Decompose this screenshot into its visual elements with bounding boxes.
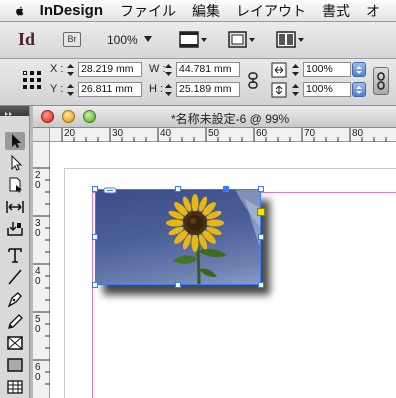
tools-panel-header[interactable]: [0, 106, 29, 116]
ruler-h-label: 50: [208, 128, 220, 139]
resize-handle-left[interactable]: [92, 234, 98, 240]
ruler-h-label: 20: [64, 128, 76, 139]
y-stepper-icon[interactable]: [66, 83, 75, 97]
constrain-link-icon[interactable]: [373, 67, 389, 95]
link-badge-icon: [103, 187, 117, 194]
scale-x-dropdown[interactable]: [352, 62, 366, 77]
ruler-origin[interactable]: [33, 128, 50, 142]
scale-x-field[interactable]: 100%: [303, 62, 351, 77]
minimize-window-button[interactable]: [62, 110, 75, 123]
gap-tool-icon[interactable]: [5, 198, 25, 216]
y-field[interactable]: 26.811 mm: [78, 82, 142, 97]
scale-y-stepper-icon[interactable]: [291, 83, 300, 97]
h-field[interactable]: 25.189 mm: [176, 82, 240, 97]
h-stepper-icon[interactable]: [164, 83, 173, 97]
ruler-h-label: 70: [304, 128, 316, 139]
x-stepper-icon[interactable]: [66, 63, 75, 77]
indesign-logo: Id: [18, 29, 36, 49]
ruler-v-label: 0: [35, 324, 41, 335]
ruler-v-label: 0: [35, 276, 41, 287]
zoom-dropdown-icon[interactable]: [144, 36, 152, 42]
page-edge: [64, 168, 65, 398]
arrange-documents-icon[interactable]: [276, 30, 306, 50]
line-tool-icon[interactable]: [5, 268, 25, 286]
vertical-ruler[interactable]: 2 0 3 0 4 0 5 0 6 0: [33, 142, 50, 398]
w-field[interactable]: 44.781 mm: [176, 62, 240, 77]
ruler-v-label: 0: [35, 228, 41, 239]
selected-graphic-frame[interactable]: [95, 189, 261, 285]
ruler-h-label: 30: [112, 128, 124, 139]
horizontal-ruler[interactable]: 20 30 40 50 60 70 80: [50, 128, 396, 142]
menu-object[interactable]: オ: [366, 1, 380, 21]
resize-handle-top[interactable]: [175, 186, 181, 192]
pencil-tool-icon[interactable]: [5, 312, 25, 330]
apple-icon[interactable]: [14, 3, 26, 19]
scale-y-dropdown[interactable]: [352, 82, 366, 97]
constrain-proportions-icon[interactable]: [245, 72, 261, 90]
menu-bar: InDesign ファイル 編集 レイアウト 書式 オ: [0, 0, 396, 22]
indesign-screen: InDesign ファイル 編集 レイアウト 書式 オ Id Br 100% X…: [0, 0, 396, 398]
ruler-h-label: 40: [160, 128, 172, 139]
page-edge: [64, 168, 396, 169]
bridge-icon[interactable]: Br: [63, 32, 81, 47]
direct-selection-tool-icon[interactable]: [5, 154, 25, 172]
pen-tool-icon[interactable]: [5, 290, 25, 308]
document-title: *名称未設定-6 @ 99%: [171, 112, 290, 126]
close-window-button[interactable]: [41, 110, 54, 123]
screen-mode-icon[interactable]: [228, 30, 258, 50]
view-options-icon[interactable]: [179, 30, 209, 50]
margin-guide: [92, 192, 93, 398]
scale-x-icon: [271, 62, 287, 78]
table-icon[interactable]: [5, 378, 25, 396]
resize-handle-top-right[interactable]: [258, 186, 264, 192]
selection-tool-icon[interactable]: [5, 132, 25, 150]
resize-handle-top-left[interactable]: [92, 186, 98, 192]
ruler-v-label: 0: [35, 180, 41, 191]
scale-x-stepper-icon[interactable]: [291, 63, 300, 77]
content-collector-icon[interactable]: [5, 220, 25, 238]
rectangle-frame-tool-icon[interactable]: [5, 334, 25, 352]
content-grabber-handle[interactable]: [223, 186, 229, 192]
control-panel: X : 28.219 mm Y : 26.811 mm W : 44.781 m…: [0, 59, 396, 106]
x-field[interactable]: 28.219 mm: [78, 62, 142, 77]
ruler-h-label: 80: [352, 128, 364, 139]
menu-type[interactable]: 書式: [322, 1, 350, 21]
resize-handle-bottom-left[interactable]: [92, 282, 98, 288]
horizontal-ruler-ticks: [61, 128, 387, 142]
page-tool-icon[interactable]: [5, 176, 25, 194]
document-canvas[interactable]: [51, 143, 396, 398]
resize-handle-bottom-right[interactable]: [258, 282, 264, 288]
ruler-h-label: 60: [256, 128, 268, 139]
app-menu[interactable]: InDesign: [40, 2, 103, 19]
x-label: X :: [50, 63, 64, 75]
live-corner-widget[interactable]: [257, 208, 265, 216]
scale-y-field[interactable]: 100%: [303, 82, 351, 97]
w-stepper-icon[interactable]: [164, 63, 173, 77]
h-label: H :: [149, 83, 164, 95]
zoom-level[interactable]: 100%: [107, 33, 138, 47]
zoom-window-button[interactable]: [83, 110, 96, 123]
scale-y-icon: [271, 82, 287, 98]
type-tool-icon[interactable]: [5, 246, 25, 264]
tools-panel: [0, 106, 30, 398]
reference-point-icon[interactable]: [22, 69, 42, 91]
document-titlebar[interactable]: *名称未設定-6 @ 99%: [33, 106, 396, 128]
menu-layout[interactable]: レイアウト: [236, 1, 306, 21]
menu-edit[interactable]: 編集: [192, 1, 220, 21]
y-label: Y :: [50, 83, 64, 95]
resize-handle-right[interactable]: [258, 234, 264, 240]
document-window: *名称未設定-6 @ 99% 20 30 40 50 60 70 80 2 0 …: [33, 106, 396, 398]
application-bar: Id Br 100%: [0, 22, 396, 59]
ruler-v-label: 0: [35, 372, 41, 383]
resize-handle-bottom[interactable]: [175, 282, 181, 288]
menu-file[interactable]: ファイル: [120, 1, 176, 21]
rectangle-tool-icon[interactable]: [5, 356, 25, 374]
